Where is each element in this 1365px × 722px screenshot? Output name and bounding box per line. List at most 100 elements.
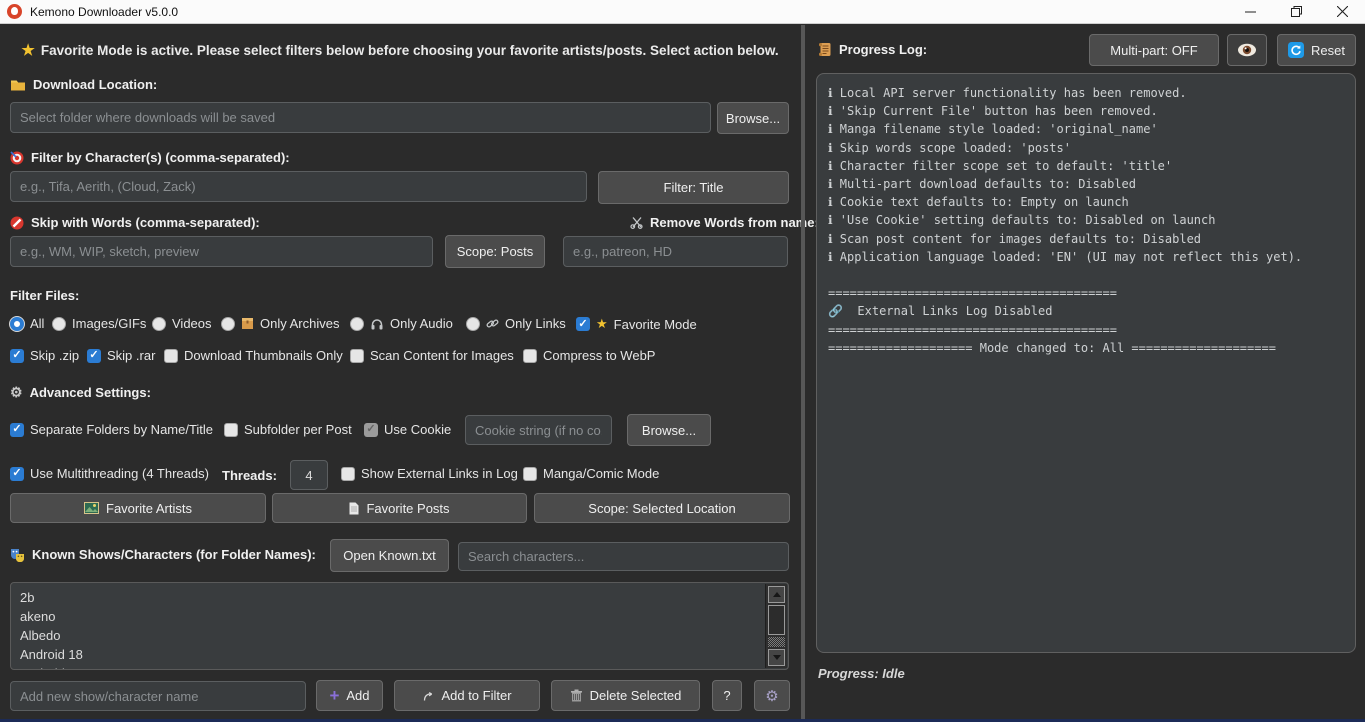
browse-cookie-button[interactable]: Browse...	[627, 414, 711, 446]
cookie-string-input[interactable]	[465, 415, 612, 445]
progress-status: Progress: Idle	[818, 666, 905, 681]
add-to-filter-button[interactable]: Add to Filter	[394, 680, 540, 711]
checkbox-checked-icon	[10, 467, 24, 481]
log-visibility-button[interactable]	[1227, 34, 1267, 66]
delete-selected-button[interactable]: Delete Selected	[551, 680, 700, 711]
remove-words-label: Remove Words from name:	[630, 215, 819, 230]
restore-icon	[1291, 6, 1302, 17]
reset-button[interactable]: Reset	[1277, 34, 1356, 66]
progress-log-output[interactable]: ℹ Local API server functionality has bee…	[816, 73, 1356, 653]
radio-images-gifs[interactable]: Images/GIFs	[52, 316, 146, 331]
masks-icon	[10, 548, 25, 562]
add-character-input[interactable]	[10, 681, 306, 711]
log-line: ℹ 'Use Cookie' setting defaults to: Disa…	[828, 211, 1344, 229]
close-button[interactable]	[1319, 0, 1365, 23]
radio-videos[interactable]: Videos	[152, 316, 212, 331]
use-cookie-checkbox[interactable]: Use Cookie	[364, 422, 451, 437]
checkbox-checked-icon	[576, 317, 590, 331]
gear-icon: ⚙	[765, 687, 778, 705]
close-icon	[1337, 6, 1348, 17]
log-line: ℹ Cookie text defaults to: Empty on laun…	[828, 193, 1344, 211]
character-filter-label: Filter by Character(s) (comma-separated)…	[10, 150, 290, 165]
list-item[interactable]: Albedo	[11, 626, 788, 645]
log-line: ℹ Multi-part download defaults to: Disab…	[828, 175, 1344, 193]
log-line: ========================================	[828, 321, 1344, 339]
show-external-links-checkbox[interactable]: Show External Links in Log	[341, 466, 518, 481]
scrollbar-down-button[interactable]	[768, 649, 785, 666]
download-thumbnails-checkbox[interactable]: Download Thumbnails Only	[164, 348, 343, 363]
separate-folders-checkbox[interactable]: Separate Folders by Name/Title	[10, 422, 213, 437]
radio-all[interactable]: All	[10, 316, 44, 331]
scrollbar-thumb[interactable]	[768, 605, 785, 635]
radio-icon	[466, 317, 480, 331]
scrollbar-track[interactable]	[768, 637, 785, 647]
window-controls	[1227, 0, 1365, 23]
radio-icon	[152, 317, 166, 331]
checkbox-icon	[523, 349, 537, 363]
threads-input[interactable]	[290, 460, 328, 490]
character-search-input[interactable]	[458, 542, 789, 571]
scrollbar-up-button[interactable]	[768, 586, 785, 603]
character-filter-scope-button[interactable]: Filter: Title	[598, 171, 789, 204]
favorite-artists-button[interactable]: Favorite Artists	[10, 493, 266, 523]
panel-splitter[interactable]	[799, 25, 807, 719]
add-button[interactable]: + Add	[316, 680, 383, 711]
subfolder-per-post-checkbox[interactable]: Subfolder per Post	[224, 422, 352, 437]
list-item[interactable]: akeno	[11, 607, 788, 626]
folder-icon	[10, 78, 26, 91]
scope-selected-location-button[interactable]: Scope: Selected Location	[534, 493, 790, 523]
radio-only-audio[interactable]: Only Audio	[350, 316, 453, 331]
reset-icon	[1288, 42, 1304, 58]
known-characters-list[interactable]: 2b akeno Albedo Android 18 Android 21	[10, 582, 789, 670]
scan-content-checkbox[interactable]: Scan Content for Images	[350, 348, 514, 363]
triangle-down-icon	[773, 655, 781, 660]
curve-arrow-icon	[422, 690, 434, 702]
splitter-handle	[801, 25, 805, 719]
multithreading-checkbox[interactable]: Use Multithreading (4 Threads)	[10, 466, 209, 481]
browse-download-button[interactable]: Browse...	[717, 102, 789, 134]
skip-rar-checkbox[interactable]: Skip .rar	[87, 348, 155, 363]
filter-files-label: Filter Files:	[10, 288, 79, 303]
list-item[interactable]: Android 18	[11, 645, 788, 664]
download-location-label: Download Location:	[10, 77, 157, 92]
checkbox-icon	[523, 467, 537, 481]
settings-gear-button[interactable]: ⚙	[754, 680, 790, 711]
skip-words-input[interactable]	[10, 236, 433, 267]
remove-words-input[interactable]	[563, 236, 788, 267]
help-button[interactable]: ?	[712, 680, 742, 711]
minimize-button[interactable]	[1227, 0, 1273, 23]
triangle-up-icon	[773, 592, 781, 597]
list-item[interactable]: 2b	[11, 588, 788, 607]
checkbox-disabled-checked-icon	[364, 423, 378, 437]
list-item[interactable]: Android 21	[11, 664, 788, 670]
compress-webp-checkbox[interactable]: Compress to WebP	[523, 348, 655, 363]
list-scrollbar[interactable]	[765, 584, 787, 668]
multipart-toggle-button[interactable]: Multi-part: OFF	[1089, 34, 1219, 66]
radio-only-links[interactable]: Only Links	[466, 316, 566, 331]
download-location-input[interactable]	[10, 102, 711, 133]
favorite-mode-banner: ★Favorite Mode is active. Please select …	[0, 41, 800, 59]
no-entry-icon	[10, 216, 24, 230]
character-filter-input[interactable]	[10, 171, 587, 202]
scroll-icon	[818, 42, 832, 57]
radio-only-archives[interactable]: Only Archives	[221, 316, 339, 331]
skip-zip-checkbox[interactable]: Skip .zip	[10, 348, 79, 363]
title-bar: Kemono Downloader v5.0.0	[0, 0, 1365, 24]
manga-mode-checkbox[interactable]: Manga/Comic Mode	[523, 466, 659, 481]
open-known-txt-button[interactable]: Open Known.txt	[330, 539, 449, 572]
log-line: ==================== Mode changed to: Al…	[828, 339, 1344, 357]
trash-icon	[570, 689, 583, 702]
checkbox-icon	[164, 349, 178, 363]
skip-words-scope-button[interactable]: Scope: Posts	[445, 235, 545, 268]
advanced-row-2: Use Multithreading (4 Threads) Threads: …	[0, 458, 800, 490]
advanced-row-1: Separate Folders by Name/Title Subfolder…	[0, 414, 800, 447]
gear-icon: ⚙	[10, 384, 23, 401]
target-icon	[10, 151, 24, 165]
restore-button[interactable]	[1273, 0, 1319, 23]
checkbox-icon	[350, 349, 364, 363]
favorite-posts-button[interactable]: Favorite Posts	[272, 493, 527, 523]
archive-icon	[241, 317, 254, 330]
threads-label: Threads:	[222, 468, 277, 483]
favorite-mode-checkbox[interactable]: ★ Favorite Mode	[576, 316, 697, 332]
radio-icon	[221, 317, 235, 331]
